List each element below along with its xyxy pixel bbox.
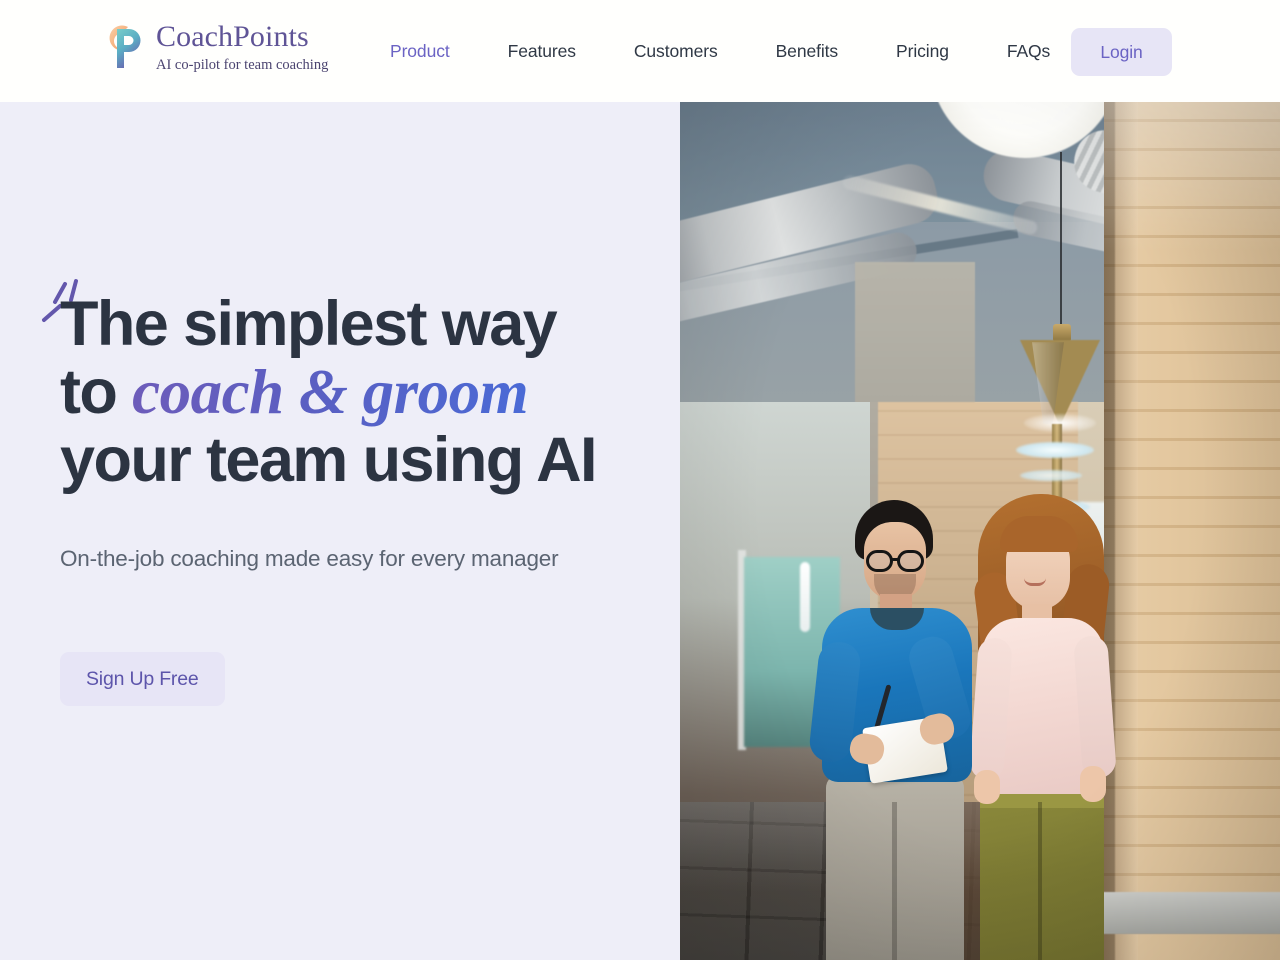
nav-item-customers[interactable]: Customers (634, 41, 718, 62)
landing-page: CoachPoints AI co-pilot for team coachin… (0, 0, 1280, 960)
pendant-cord (1060, 152, 1062, 327)
brand-tagline: AI co-pilot for team coaching (156, 56, 329, 73)
person-man-glasses-left (866, 550, 893, 572)
sign-up-free-button[interactable]: Sign Up Free (60, 652, 225, 706)
hero-photo (680, 102, 1280, 960)
headline-line-2-prefix: to (60, 357, 133, 427)
hero-headline: The simplest way to coach & groom your t… (60, 290, 650, 494)
nav-item-benefits[interactable]: Benefits (776, 41, 839, 62)
nav-item-features[interactable]: Features (508, 41, 576, 62)
login-button[interactable]: Login (1071, 28, 1172, 76)
brand-name: CoachPoints (156, 19, 309, 53)
hero-section: The simplest way to coach & groom your t… (0, 102, 1280, 960)
person-woman-hand-right (1080, 766, 1106, 802)
brick-column-base (1098, 892, 1280, 934)
person-woman-trousers (980, 786, 1104, 960)
brick-column-right-light (1104, 102, 1280, 252)
main-navigation: Product Features Customers Benefits Pric… (390, 0, 1050, 102)
person-woman-hand-left (974, 770, 1000, 804)
headline-accent: coach & groom (132, 357, 529, 427)
wall-light-left (800, 562, 810, 632)
person-man-trouser-seam (892, 802, 897, 960)
nav-item-faqs[interactable]: FAQs (1007, 41, 1050, 62)
coachpoints-monogram-icon (109, 25, 141, 68)
person-man-glasses-right (897, 550, 924, 572)
corridor-light-2 (1020, 470, 1082, 481)
corridor-light-1 (1016, 442, 1094, 458)
nav-item-product[interactable]: Product (390, 41, 450, 62)
person-man-glasses-bridge (891, 558, 900, 561)
headline-line-1: The simplest way (60, 289, 558, 359)
person-woman-trouser-seam (1038, 802, 1042, 960)
hero-copy: The simplest way to coach & groom your t… (42, 279, 650, 706)
headline-line-3: your team using AI (60, 425, 598, 495)
brand-logo-link[interactable]: CoachPoints AI co-pilot for team coachin… (100, 18, 328, 76)
hero-subheadline: On-the-job coaching made easy for every … (60, 546, 559, 571)
site-header: CoachPoints AI co-pilot for team coachin… (0, 0, 1280, 102)
person-woman-fringe (1000, 516, 1078, 552)
nav-item-pricing[interactable]: Pricing (896, 41, 949, 62)
